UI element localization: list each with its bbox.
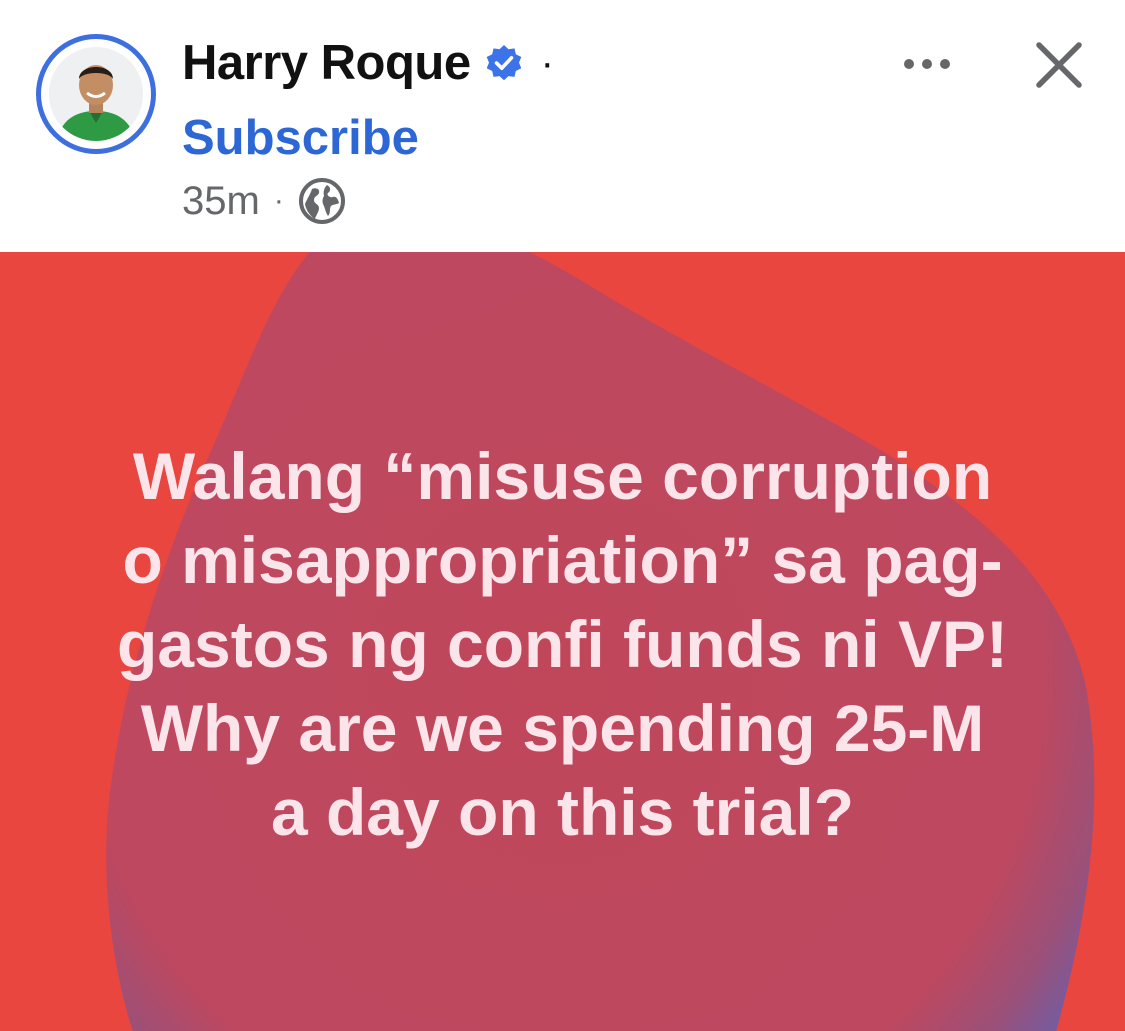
post-header: Harry Roque · Subscribe 35m · (0, 0, 1125, 252)
post-text-line: o misappropriation” sa pag- (122, 523, 1003, 597)
author-row: Harry Roque · (182, 32, 554, 94)
author-name[interactable]: Harry Roque (182, 35, 471, 91)
post-timestamp[interactable]: 35m (182, 179, 260, 224)
profile-photo-icon (49, 47, 143, 141)
post-meta: 35m · (182, 176, 346, 226)
close-icon (1036, 42, 1082, 88)
meta-separator: · (273, 184, 284, 217)
post-text-line: a day on this trial? (270, 775, 855, 849)
close-button[interactable] (1030, 36, 1088, 94)
author-avatar-ring[interactable] (36, 34, 156, 154)
post-text-line: gastos ng confi funds ni VP! (117, 607, 1008, 681)
avatar[interactable] (49, 47, 143, 141)
verified-badge-icon (485, 44, 523, 82)
post-viewer: Harry Roque · Subscribe 35m · Walang “mi… (0, 0, 1125, 1031)
post-body[interactable]: Walang “misuse corruption o misappropria… (0, 252, 1125, 1031)
post-text-line: Walang “misuse corruption (132, 439, 993, 513)
post-content: Walang “misuse corruption o misappropria… (40, 434, 1085, 854)
globe-icon[interactable] (298, 177, 346, 225)
ellipsis-icon (904, 59, 950, 69)
post-text-line: Why are we spending 25-M (140, 691, 985, 765)
header-separator: · (540, 41, 554, 85)
subscribe-button[interactable]: Subscribe (182, 110, 419, 166)
more-options-button[interactable] (895, 40, 959, 88)
